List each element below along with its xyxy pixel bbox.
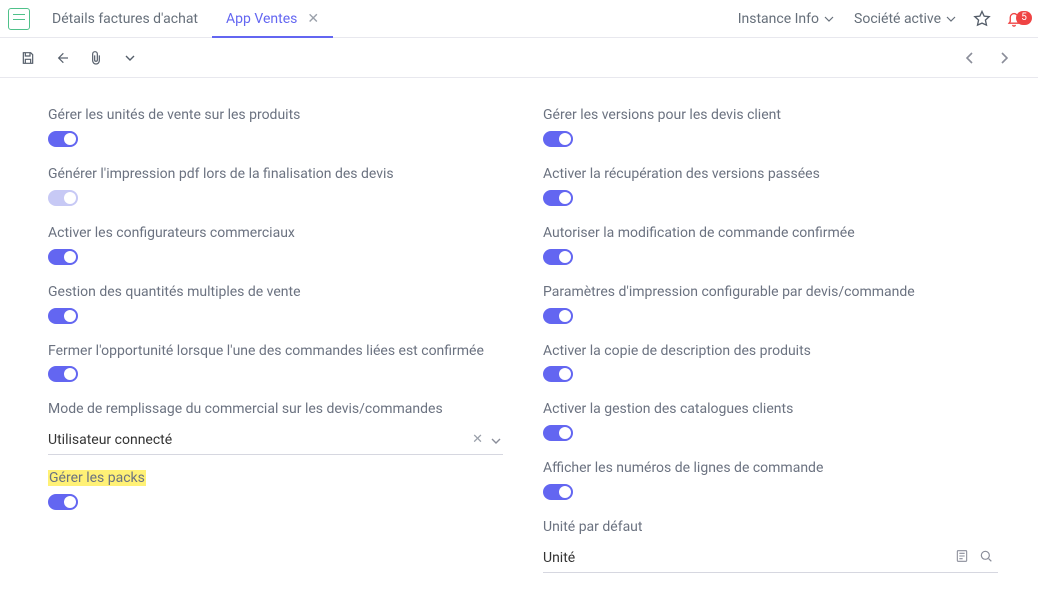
prev-record-button[interactable]: [956, 44, 984, 72]
toggle-multiple-sale-quantities[interactable]: [48, 308, 78, 324]
toggle-print-params-per-order[interactable]: [543, 308, 573, 324]
field-enable-commercial-configurators: Activer les configurateurs commerciaux: [48, 224, 503, 269]
toggle-generate-pdf-on-finalize: [48, 190, 78, 206]
field-label: Paramètres d'impression configurable par…: [543, 283, 998, 302]
tab-label: App Ventes: [226, 11, 297, 27]
field-label: Unité par défaut: [543, 518, 998, 537]
field-label: Mode de remplissage du commercial sur le…: [48, 400, 503, 419]
field-label: Générer l'impression pdf lors de la fina…: [48, 165, 503, 184]
field-label: Gérer les unités de vente sur les produi…: [48, 106, 503, 125]
field-manage-quote-versions: Gérer les versions pour les devis client: [543, 106, 998, 151]
toggle-enable-commercial-configurators[interactable]: [48, 249, 78, 265]
field-label: Fermer l'opportunité lorsque l'une des c…: [48, 342, 503, 361]
select-value: Utilisateur connecté: [48, 430, 466, 450]
input-value: Unité: [543, 548, 950, 568]
save-button[interactable]: [14, 44, 42, 72]
tab-bar: Détails factures d'achat App Ventes ✕ In…: [0, 0, 1038, 38]
form-content: Gérer les unités de vente sur les produi…: [0, 78, 1038, 587]
toggle-close-opportunity-on-confirm[interactable]: [48, 366, 78, 382]
field-label: Activer la gestion des catalogues client…: [543, 400, 998, 419]
field-label: Activer la récupération des versions pas…: [543, 165, 998, 184]
tab-label: Détails factures d'achat: [52, 11, 198, 27]
menu-label: Société active: [854, 11, 941, 27]
field-label: Afficher les numéros de lignes de comman…: [543, 459, 998, 478]
instance-info-menu[interactable]: Instance Info: [728, 0, 844, 37]
field-close-opportunity-on-confirm: Fermer l'opportunité lorsque l'une des c…: [48, 342, 503, 387]
field-generate-pdf-on-finalize: Générer l'impression pdf lors de la fina…: [48, 165, 503, 210]
default-unit-input[interactable]: Unité: [543, 543, 998, 573]
field-show-order-line-numbers: Afficher les numéros de lignes de comman…: [543, 459, 998, 504]
close-icon[interactable]: ✕: [307, 11, 319, 27]
right-column: Gérer les versions pour les devis client…: [543, 106, 998, 587]
field-allow-edit-confirmed-order: Autoriser la modification de commande co…: [543, 224, 998, 269]
toggle-customer-catalogs[interactable]: [543, 425, 573, 441]
search-icon[interactable]: [974, 548, 998, 568]
field-label: Gérer les versions pour les devis client: [543, 106, 998, 125]
field-label: Activer la copie de description des prod…: [543, 342, 998, 361]
caret-down-icon: [946, 16, 956, 22]
attachment-button[interactable]: [82, 44, 110, 72]
field-copy-product-description: Activer la copie de description des prod…: [543, 342, 998, 387]
caret-down-icon[interactable]: [489, 432, 503, 448]
clear-icon[interactable]: ✕: [466, 432, 489, 447]
toggle-allow-edit-confirmed-order[interactable]: [543, 249, 573, 265]
field-label: Activer les configurateurs commerciaux: [48, 224, 503, 243]
document-icon: [8, 8, 30, 30]
field-label: Gérer les packs: [48, 470, 146, 486]
field-label: Gestion des quantités multiples de vente: [48, 283, 503, 302]
salesperson-fill-mode-select[interactable]: Utilisateur connecté ✕: [48, 425, 503, 455]
caret-down-icon: [824, 16, 834, 22]
field-print-params-per-order: Paramètres d'impression configurable par…: [543, 283, 998, 328]
toggle-show-order-line-numbers[interactable]: [543, 484, 573, 500]
notifications-button[interactable]: 5: [998, 9, 1030, 29]
next-record-button[interactable]: [990, 44, 1018, 72]
field-salesperson-fill-mode: Mode de remplissage du commercial sur le…: [48, 400, 503, 455]
left-column: Gérer les unités de vente sur les produi…: [48, 106, 503, 587]
active-company-menu[interactable]: Société active: [844, 0, 966, 37]
field-label: Autoriser la modification de commande co…: [543, 224, 998, 243]
toggle-copy-product-description[interactable]: [543, 366, 573, 382]
menu-label: Instance Info: [738, 11, 819, 27]
toggle-manage-quote-versions[interactable]: [543, 131, 573, 147]
tab-app-ventes[interactable]: App Ventes ✕: [212, 0, 333, 37]
field-manage-sale-units: Gérer les unités de vente sur les produi…: [48, 106, 503, 151]
field-multiple-sale-quantities: Gestion des quantités multiples de vente: [48, 283, 503, 328]
field-default-unit: Unité par défaut Unité: [543, 518, 998, 573]
back-button[interactable]: [48, 44, 76, 72]
toggle-manage-sale-units[interactable]: [48, 131, 78, 147]
toggle-restore-past-versions[interactable]: [543, 190, 573, 206]
field-customer-catalogs: Activer la gestion des catalogues client…: [543, 400, 998, 445]
tab-purchase-invoice-details[interactable]: Détails factures d'achat: [38, 0, 212, 37]
field-restore-past-versions: Activer la récupération des versions pas…: [543, 165, 998, 210]
favorite-button[interactable]: [966, 9, 998, 29]
notification-badge: 5: [1016, 11, 1032, 25]
field-manage-packs: Gérer les packs: [48, 469, 503, 514]
more-menu-button[interactable]: [116, 44, 144, 72]
open-record-icon[interactable]: [950, 548, 974, 568]
toolbar: [0, 38, 1038, 78]
toggle-manage-packs[interactable]: [48, 494, 78, 510]
